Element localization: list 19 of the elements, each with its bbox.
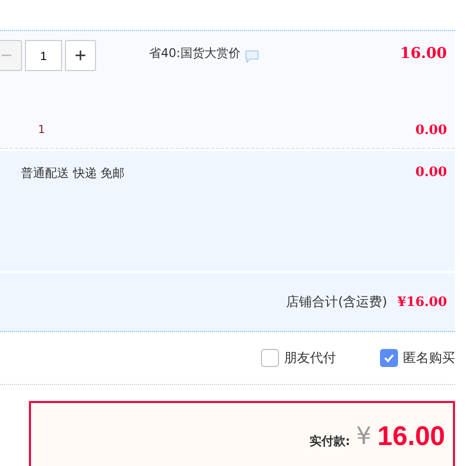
quantity-field[interactable]: 1 <box>25 40 62 71</box>
payment-amount: 16.00 <box>377 420 445 452</box>
item-count: 1 <box>38 123 45 138</box>
item-discount: 0.00 <box>415 123 447 138</box>
currency-sign: ¥ <box>356 422 372 450</box>
option-label[interactable]: 朋友代付 <box>284 349 336 367</box>
increase-button[interactable]: + <box>65 40 96 71</box>
item-price: 16.00 <box>400 44 447 62</box>
promo-label: 省40:国货大赏价 <box>149 45 240 62</box>
option-label[interactable]: 匿名购买 <box>403 349 455 367</box>
message-icon <box>245 50 260 63</box>
checkbox[interactable] <box>380 349 398 367</box>
payment-label: 实付款: <box>309 432 350 450</box>
checkbox[interactable] <box>261 349 279 367</box>
checkmark-icon <box>383 353 395 363</box>
store-total-label: 店铺合计(含运费) <box>286 294 388 311</box>
store-total: ¥16.00 <box>397 294 447 310</box>
shipping-method: 普通配送 快递 免邮 <box>21 165 125 182</box>
shipping-fee: 0.00 <box>415 165 447 180</box>
